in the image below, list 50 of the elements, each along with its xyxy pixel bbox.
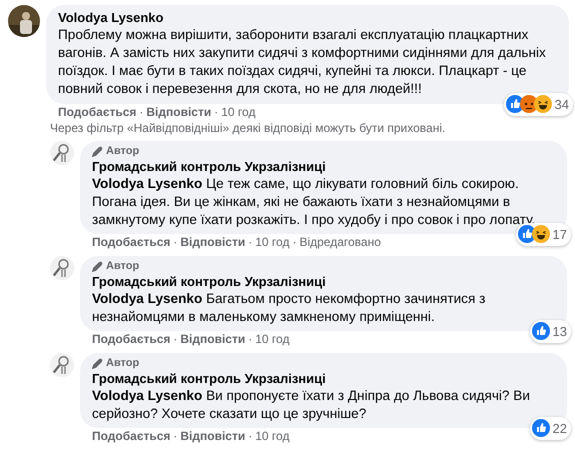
author-label: Автор <box>106 258 140 274</box>
action-link[interactable]: Відповісти <box>180 332 246 347</box>
author-label: Автор <box>106 144 140 159</box>
separator-dot: · <box>139 105 144 120</box>
separator-dot: · <box>248 332 252 347</box>
action-link[interactable]: Подобається <box>92 332 170 347</box>
action-link[interactable]: Подобається <box>92 429 170 444</box>
reaction-summary[interactable]: 22 <box>530 416 571 440</box>
reaction-count: 22 <box>552 420 567 438</box>
separator-dot: · <box>292 235 296 250</box>
action-link[interactable]: Відповісти <box>180 235 246 250</box>
pencil-icon <box>92 146 103 156</box>
action-link[interactable]: Відповісти <box>180 429 246 444</box>
meta-text: 10 год <box>255 429 290 444</box>
author-name[interactable]: Громадський контроль Укрзалізниці <box>92 371 555 387</box>
thumbs-up-icon <box>532 322 550 340</box>
pencil-icon <box>92 358 103 368</box>
reaction-count: 34 <box>554 96 569 114</box>
reaction-summary[interactable]: 13 <box>530 320 571 343</box>
reaction-count: 13 <box>552 322 567 340</box>
laughing-face-icon <box>534 95 552 114</box>
meta-text: 10 год <box>255 332 290 347</box>
reaction-summary[interactable]: 34 <box>504 92 573 116</box>
avatar[interactable] <box>50 256 74 280</box>
author-name[interactable]: Громадський контроль Укрзалізниці <box>92 159 555 175</box>
separator-dot: · <box>173 235 178 250</box>
reply-text: Volodya Lysenko Багатьом просто некомфортно зачинятися з незнайомцями в маленькому замкненому приміщенні. <box>92 290 486 326</box>
meta-text: Відредаговано <box>299 235 381 250</box>
avatar[interactable] <box>50 141 74 165</box>
author-name[interactable]: Громадський контроль Укрзалізниці <box>92 274 555 290</box>
reply-text: Volodya Lysenko Ви пропонуєте їхати з Дніпра до Львова сидячі? Ви серйозно? Хочете сказати що це зручніше? <box>92 387 531 423</box>
laughing-face-icon <box>532 225 550 244</box>
meta-text: 10 год <box>221 105 256 120</box>
avatar[interactable] <box>8 5 40 37</box>
action-link[interactable]: Відповісти <box>146 105 212 120</box>
filter-note: Через фільтр «Найвідповідніші» деякі відповіді можуть бути приховані. <box>49 121 446 136</box>
separator-dot: · <box>214 105 218 120</box>
separator-dot: · <box>173 429 178 444</box>
separator-dot: · <box>248 429 252 444</box>
thumbs-up-icon <box>532 419 550 438</box>
meta-text: 10 год <box>255 235 290 250</box>
pencil-icon <box>92 260 103 272</box>
action-link[interactable]: Подобається <box>58 105 136 120</box>
separator-dot: · <box>248 235 252 250</box>
author-label: Автор <box>106 356 140 371</box>
author-name[interactable]: Volodya Lysenko <box>58 10 557 26</box>
reaction-count: 17 <box>552 226 567 244</box>
avatar[interactable] <box>50 353 74 377</box>
action-link[interactable]: Подобається <box>92 235 170 250</box>
separator-dot: · <box>173 332 178 347</box>
